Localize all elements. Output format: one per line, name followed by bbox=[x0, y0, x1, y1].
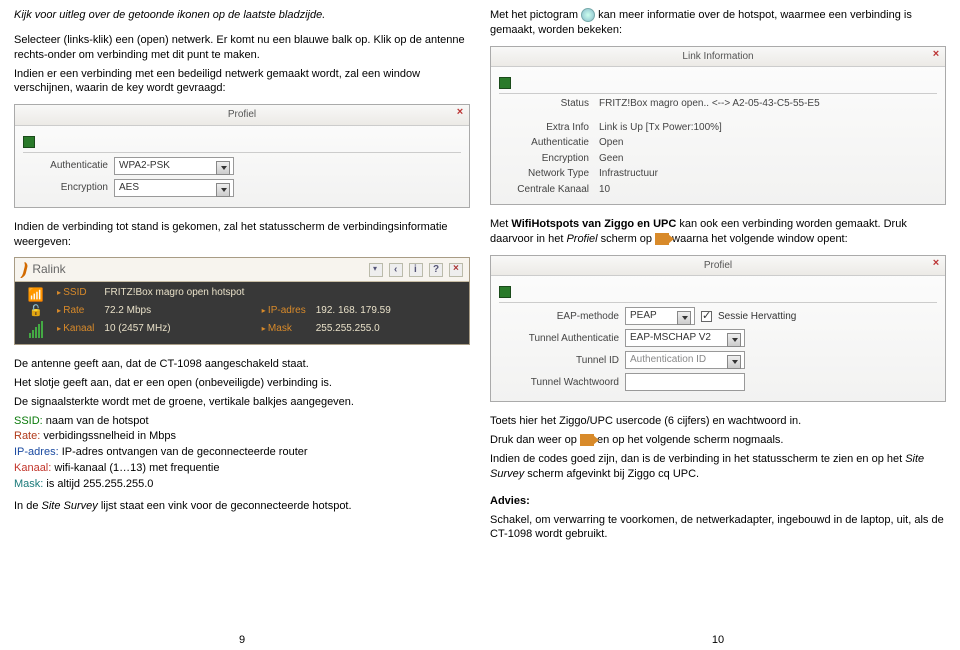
li-k-5: Centrale Kanaal bbox=[499, 183, 599, 197]
para-pictogram: Met het pictogram kan meer informatie ov… bbox=[490, 8, 946, 38]
li-v-5: 10 bbox=[599, 183, 610, 197]
linkinfo-title: Link Information bbox=[682, 50, 753, 64]
hotspot-info-icon bbox=[581, 8, 595, 22]
def-rate-v: verbidingssnelheid in Mbps bbox=[40, 430, 176, 442]
para-codes: Indien de codes goed zijn, dan is de ver… bbox=[490, 452, 946, 482]
tunnel-pw-label: Tunnel Wachtwoord bbox=[499, 376, 619, 390]
li-v-4: Infrastructuur bbox=[599, 167, 658, 181]
kv-ssid-v: FRITZ!Box magro open hotspot bbox=[104, 286, 463, 302]
advies-heading: Advies: bbox=[490, 494, 946, 509]
kv-kan-k: Kanaal bbox=[57, 322, 94, 338]
kv-kan-v: 10 (2457 MHz) bbox=[104, 322, 251, 338]
def-kan-v: wifi-kanaal (1…13) met frequentie bbox=[51, 462, 219, 474]
ralink-brand: Ralink bbox=[32, 261, 65, 277]
para-secure: Indien er een verbinding met een bedeili… bbox=[14, 67, 470, 97]
li-k-2: Authenticatie bbox=[499, 136, 599, 150]
close-icon[interactable]: × bbox=[453, 106, 467, 120]
ralink-logo: ⦘ bbox=[21, 262, 26, 278]
auth-label: Authenticatie bbox=[23, 159, 108, 173]
next-arrow-icon bbox=[655, 233, 669, 245]
profiel-titlebar: Profiel × bbox=[15, 105, 469, 126]
kv-ip-v: 192. 168. 179.59 bbox=[316, 304, 463, 320]
eap-window: Profiel × EAP-methode PEAP Sessie Hervat… bbox=[490, 255, 946, 403]
def-ip-k: IP-adres: bbox=[14, 446, 59, 458]
li-k-0: Status bbox=[499, 97, 599, 111]
info-icon[interactable] bbox=[409, 263, 423, 277]
kv-mask-v: 255.255.255.0 bbox=[316, 322, 463, 338]
advies-body: Schakel, om verwarring te voorkomen, de … bbox=[490, 513, 946, 543]
kv-mask-k: Mask bbox=[262, 322, 306, 338]
page-number: 9 bbox=[14, 627, 470, 650]
lock-open-icon: 🔓 bbox=[29, 304, 43, 319]
page-right: Met het pictogram kan meer informatie ov… bbox=[490, 8, 946, 650]
enc-select[interactable]: AES bbox=[114, 179, 234, 197]
para-druk: Druk dan weer op en op het volgende sche… bbox=[490, 433, 946, 448]
profiel-title: Profiel bbox=[228, 108, 256, 122]
profiel-window: Profiel × Authenticatie WPA2-PSK Encrypt… bbox=[14, 104, 470, 208]
sessie-checkbox[interactable] bbox=[701, 311, 712, 322]
signal-bars bbox=[29, 320, 43, 338]
li-v-0: FRITZ!Box magro open.. <--> A2-05-43-C5-… bbox=[599, 97, 820, 111]
eap-title: Profiel bbox=[704, 259, 732, 273]
def-kan-k: Kanaal: bbox=[14, 462, 51, 474]
def-ssid-v: naam van de hotspot bbox=[43, 415, 149, 427]
kv-rate-v: 72.2 Mbps bbox=[104, 304, 251, 320]
help-icon[interactable] bbox=[429, 263, 443, 277]
kv-rate-k: Rate bbox=[57, 304, 94, 320]
next-arrow-icon bbox=[580, 434, 594, 446]
def-mask-k: Mask: bbox=[14, 478, 43, 490]
li-k-3: Encryption bbox=[499, 152, 599, 166]
li-v-2: Open bbox=[599, 136, 623, 150]
tunnel-id-select[interactable]: Authentication ID bbox=[625, 351, 745, 369]
square-icon bbox=[499, 286, 511, 298]
signal-antenna: 📶 🔓 bbox=[21, 286, 51, 338]
def-ssid-k: SSID: bbox=[14, 415, 43, 427]
page-number: 10 bbox=[490, 627, 946, 650]
page-left: Kijk voor uitleg over de getoonde ikonen… bbox=[14, 8, 470, 650]
antenna-icon: 📶 bbox=[28, 286, 44, 304]
ralink-panel: ⦘ Ralink 📶 🔓 SSID FRITZ!Box magro open h… bbox=[14, 257, 470, 345]
para-status: Indien de verbinding tot stand is gekome… bbox=[14, 220, 470, 250]
close-icon[interactable]: × bbox=[929, 48, 943, 62]
def-mask-v: is altijd 255.255.255.0 bbox=[43, 478, 153, 490]
para-wifihotspots: Met WifiHotspots van Ziggo en UPC kan oo… bbox=[490, 217, 946, 247]
definitions-list: SSID: naam van de hotspot Rate: verbidin… bbox=[14, 414, 470, 493]
square-icon bbox=[23, 136, 35, 148]
li-v-1: Link is Up [Tx Power:100%] bbox=[599, 121, 722, 135]
enc-label: Encryption bbox=[23, 181, 108, 195]
para-signaal: De signaalsterkte wordt met de groene, v… bbox=[14, 395, 470, 410]
para-select: Selecteer (links-klik) een (open) netwer… bbox=[14, 33, 470, 63]
li-k-4: Network Type bbox=[499, 167, 599, 181]
dropdown-icon[interactable] bbox=[369, 263, 383, 277]
back-icon[interactable] bbox=[389, 263, 403, 277]
tunnel-auth-select[interactable]: EAP-MSCHAP V2 bbox=[625, 329, 745, 347]
auth-select[interactable]: WPA2-PSK bbox=[114, 157, 234, 175]
def-ip-v: IP-adres ontvangen van de geconnecteerde… bbox=[59, 446, 308, 458]
close-icon[interactable] bbox=[449, 263, 463, 277]
kv-ip-k: IP-adres bbox=[262, 304, 306, 320]
square-icon bbox=[499, 77, 511, 89]
tunnel-pw-input[interactable] bbox=[625, 373, 745, 391]
para-antenne: De antenne geeft aan, dat de CT-1098 aan… bbox=[14, 357, 470, 372]
linkinfo-titlebar: Link Information × bbox=[491, 47, 945, 68]
tunnel-auth-label: Tunnel Authenticatie bbox=[499, 332, 619, 346]
eap-titlebar: Profiel × bbox=[491, 256, 945, 277]
kv-ssid-k: SSID bbox=[57, 286, 94, 302]
para-toets: Toets hier het Ziggo/UPC usercode (6 cij… bbox=[490, 414, 946, 429]
intro-italic: Kijk voor uitleg over de getoonde ikonen… bbox=[14, 8, 470, 23]
li-k-1: Extra Info bbox=[499, 121, 599, 135]
eap-method-select[interactable]: PEAP bbox=[625, 307, 695, 325]
linkinfo-window: Link Information × StatusFRITZ!Box magro… bbox=[490, 46, 946, 206]
tunnel-id-label: Tunnel ID bbox=[499, 354, 619, 368]
li-v-3: Geen bbox=[599, 152, 623, 166]
def-rate-k: Rate: bbox=[14, 430, 40, 442]
close-icon[interactable]: × bbox=[929, 257, 943, 271]
eap-method-label: EAP-methode bbox=[499, 310, 619, 324]
para-slotje: Het slotje geeft aan, dat er een open (o… bbox=[14, 376, 470, 391]
sessie-label: Sessie Hervatting bbox=[718, 310, 796, 324]
para-sitesurvey: In de Site Survey lijst staat een vink v… bbox=[14, 499, 470, 514]
